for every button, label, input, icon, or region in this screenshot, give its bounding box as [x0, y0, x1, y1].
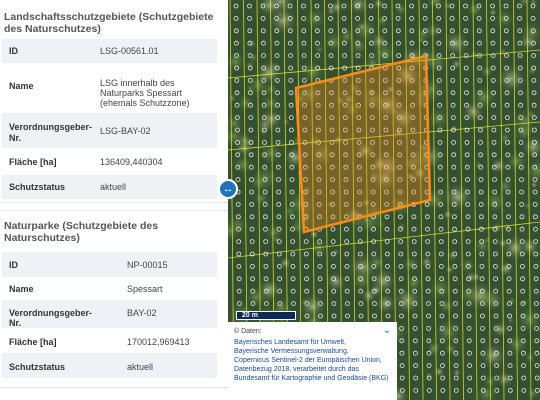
- tree-canopy: [426, 343, 440, 357]
- attr-value: 170012,969413: [127, 337, 190, 347]
- tree-canopy: [529, 180, 539, 189]
- attribution-line[interactable]: Copernicus Sentinel-2 der Europäischen U…: [234, 356, 391, 383]
- attr-value: BAY-02: [97, 300, 217, 328]
- tree-canopy: [468, 48, 481, 61]
- attr-value: aktuell: [97, 175, 217, 199]
- tree-canopy: [457, 255, 478, 276]
- attr-value: LSG-BAY-02: [97, 113, 217, 148]
- tree-canopy: [356, 21, 368, 33]
- scale-bar: 20 m: [236, 311, 296, 320]
- tree-canopy: [420, 255, 433, 269]
- tree-canopy: [366, 252, 387, 273]
- scale-bar-label: 20 m: [242, 312, 258, 319]
- attr-key: Verordnungsgeber-Nr.: [2, 113, 97, 148]
- attr-value: Spessart: [127, 284, 163, 294]
- section-title: Landschaftsschutzgebiete (Schutzgebiete …: [4, 11, 214, 35]
- table-row: Fläche [ha] 170012,969413: [2, 328, 217, 353]
- table-row: Verordnungsgeber-Nr. BAY-02: [2, 300, 217, 328]
- tree-canopy: [314, 44, 325, 55]
- table-row: ID LSG-00561.01: [2, 39, 217, 63]
- tree-canopy: [325, 270, 347, 293]
- attr-key: Fläche [ha]: [9, 157, 57, 167]
- attribution-line[interactable]: Bayerische Vermessungsverwaltung,: [234, 347, 391, 356]
- tree-canopy: [432, 316, 464, 348]
- section-landschaftsschutzgebiete: Landschaftsschutzgebiete (Schutzgebiete …: [0, 0, 228, 203]
- section-naturparke: Naturparke (Schutzgebiete des Naturschut…: [0, 210, 228, 388]
- table-row: Fläche [ha] 136409,440304: [2, 148, 217, 175]
- tree-canopy: [479, 341, 507, 370]
- attribution-header: © Daten:: [234, 328, 262, 335]
- tree-canopy: [497, 260, 515, 278]
- tree-canopy: [482, 236, 492, 245]
- tree-canopy: [393, 1, 409, 18]
- tree-canopy: [523, 201, 532, 211]
- tree-canopy: [299, 296, 311, 308]
- tree-canopy: [442, 181, 474, 213]
- table-row: ID NP-00015: [2, 252, 217, 277]
- tree-canopy: [436, 296, 456, 316]
- table-row: Name LSG innerhalb des Naturparks Spessa…: [2, 63, 217, 113]
- tree-canopy: [488, 8, 498, 17]
- tree-canopy: [244, 82, 256, 95]
- tree-canopy: [465, 0, 485, 20]
- tree-canopy: [497, 46, 509, 57]
- attr-key: ID: [2, 39, 97, 63]
- selected-area-highlight[interactable]: [294, 54, 432, 234]
- attr-value: 136409,440304: [100, 157, 163, 167]
- tree-canopy: [465, 280, 496, 311]
- tree-canopy: [444, 248, 459, 263]
- attr-key: Fläche [ha]: [9, 337, 57, 347]
- attr-key: Schutzstatus: [2, 175, 97, 199]
- feature-info-panel: Landschaftsschutzgebiete (Schutzgebiete …: [0, 0, 228, 400]
- tree-canopy: [401, 254, 421, 275]
- resize-horizontal-icon: ↔: [222, 183, 234, 195]
- tree-canopy: [416, 34, 427, 45]
- table-row: Schutzstatus aktuell: [2, 175, 217, 199]
- attr-key: Verordnungsgeber-Nr.: [2, 300, 97, 328]
- panel-resize-handle[interactable]: ↔: [218, 179, 238, 199]
- attr-value: LSG innerhalb des Naturparks Spessart (e…: [100, 78, 190, 108]
- section-title: Naturparke (Schutzgebiete des Naturschut…: [4, 220, 159, 244]
- chevron-down-icon[interactable]: ⌄: [383, 326, 391, 336]
- table-row: Schutzstatus aktuell: [2, 353, 217, 378]
- attr-key: ID: [2, 252, 97, 277]
- attribution-line[interactable]: Bayerisches Landesamt für Umwelt,: [234, 338, 391, 347]
- attr-key: Name: [9, 284, 34, 294]
- attribution-box: © Daten: Bayerisches Landesamt für Umwel…: [228, 322, 397, 400]
- attr-key: Schutzstatus: [2, 353, 97, 378]
- tree-canopy: [244, 59, 256, 70]
- table-row: Verordnungsgeber-Nr. LSG-BAY-02: [2, 113, 217, 148]
- attribute-table: ID LSG-00561.01 Name LSG innerhalb des N…: [2, 39, 217, 199]
- attr-value: NP-00015: [97, 252, 217, 277]
- attr-value: aktuell: [97, 353, 217, 378]
- tree-canopy: [243, 284, 270, 310]
- tree-canopy: [468, 82, 500, 113]
- attribute-table: ID NP-00015 Name Spessart Verordnungsgeb…: [2, 252, 217, 378]
- tree-canopy: [497, 177, 514, 195]
- table-row: Name Spessart: [2, 277, 217, 300]
- map-view[interactable]: 20 m © Daten: Bayerisches Landesamt für …: [228, 0, 540, 400]
- attr-value: LSG-00561.01: [97, 39, 217, 63]
- tree-canopy: [526, 108, 537, 120]
- tree-canopy: [258, 91, 284, 116]
- attr-key: Name: [9, 81, 34, 91]
